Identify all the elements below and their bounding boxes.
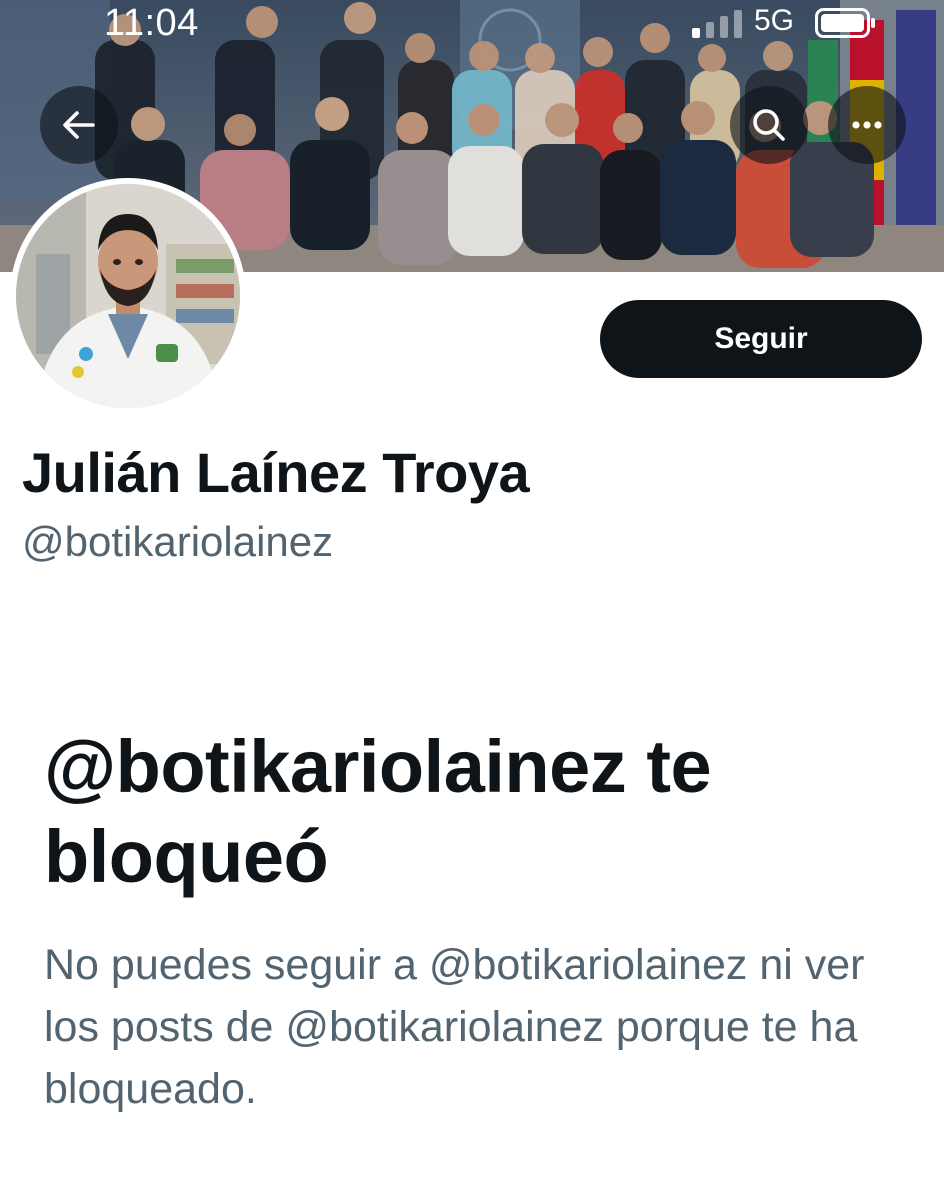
search-icon bbox=[753, 109, 785, 141]
battery-icon bbox=[815, 8, 875, 38]
more-options-icon bbox=[852, 121, 882, 129]
follow-button[interactable]: Seguir bbox=[600, 300, 922, 378]
more-options-button[interactable] bbox=[828, 86, 906, 164]
status-bar: 11:04 5G bbox=[0, 0, 944, 46]
arrow-left-icon bbox=[63, 111, 95, 139]
back-button[interactable] bbox=[40, 86, 118, 164]
blocked-description: No puedes seguir a @botikariolainez ni v… bbox=[44, 941, 865, 1113]
cellular-signal-icon bbox=[692, 10, 742, 38]
avatar-photo bbox=[16, 184, 240, 408]
blocked-title: @botikariolainez te bloqueó bbox=[44, 725, 712, 898]
network-label: 5G bbox=[754, 4, 795, 37]
avatar[interactable] bbox=[10, 178, 246, 414]
profile-display-name: Julián Laínez Troya bbox=[22, 441, 530, 504]
profile-handle: @botikariolainez bbox=[22, 518, 334, 565]
search-button[interactable] bbox=[730, 86, 808, 164]
status-time: 11:04 bbox=[104, 2, 199, 44]
